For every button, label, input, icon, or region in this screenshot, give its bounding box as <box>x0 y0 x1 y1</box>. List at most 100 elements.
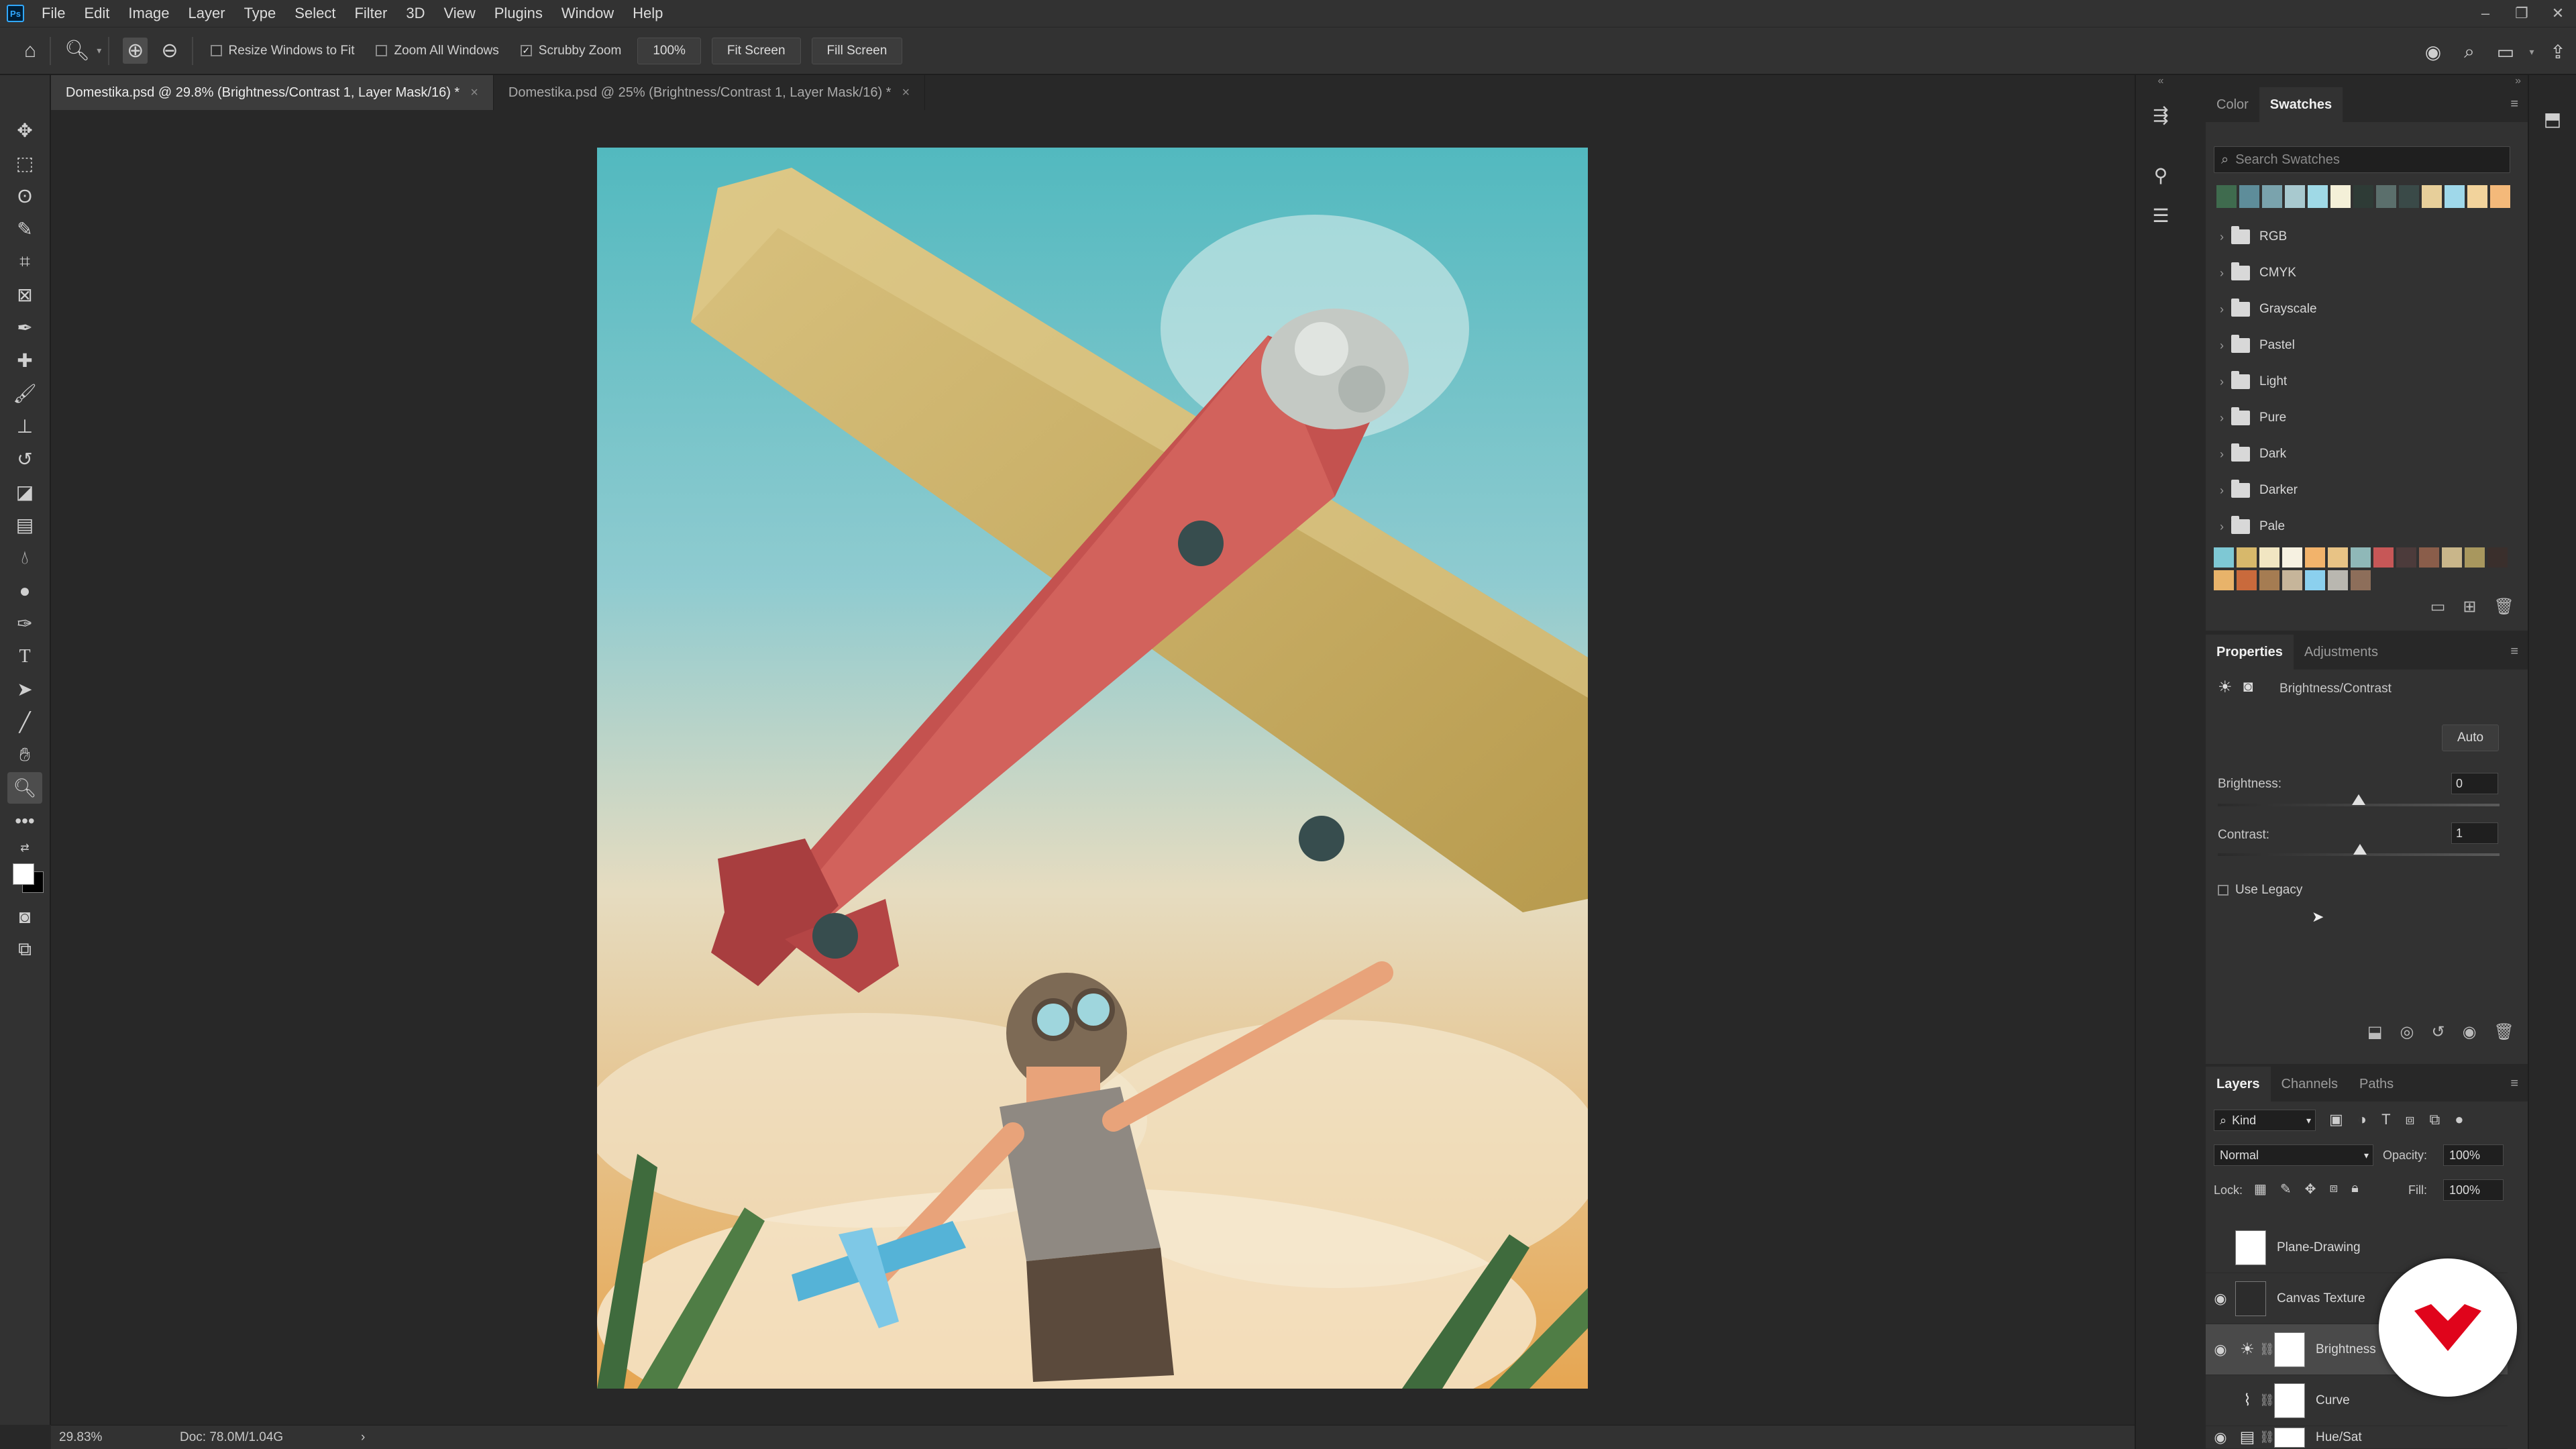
fit-screen-button[interactable]: Fit Screen <box>711 37 801 64</box>
quick-mask-icon[interactable]: ◙ <box>7 901 42 932</box>
restore-icon[interactable]: ❐ <box>2504 0 2540 27</box>
chevron-right-icon[interactable]: › <box>2212 484 2231 498</box>
chevron-right-icon[interactable]: › <box>2212 375 2231 389</box>
tab-adjustments[interactable]: Adjustments <box>2294 635 2389 669</box>
blend-mode-select[interactable]: Normal ▾ <box>2214 1144 2373 1166</box>
history-panel-icon[interactable]: ⇶ <box>2143 98 2178 131</box>
opacity-input[interactable]: 100% <box>2443 1144 2504 1166</box>
menu-image[interactable]: Image <box>119 5 178 22</box>
checkbox-box[interactable] <box>2218 885 2229 896</box>
crop-tool-icon[interactable]: ⌗ <box>7 246 42 278</box>
lasso-tool-icon[interactable]: ʘ <box>7 180 42 212</box>
brush-settings-icon[interactable]: ⚲ <box>2143 158 2178 192</box>
swatch-group-cmyk[interactable]: › CMYK <box>2212 255 2508 291</box>
use-legacy-checkbox[interactable]: Use Legacy <box>2218 883 2302 898</box>
menu-type[interactable]: Type <box>235 5 286 22</box>
delete-icon[interactable]: 🗑︎ <box>2494 597 2514 616</box>
color-swatch[interactable] <box>2214 570 2234 590</box>
zoom-tool-icon[interactable]: 🔍︎ <box>7 772 42 804</box>
zoom-tool-preset-icon[interactable]: 🔍︎ <box>64 39 90 62</box>
new-group-icon[interactable]: ▭ <box>2430 597 2446 616</box>
layer-name[interactable]: Canvas Texture <box>2277 1291 2365 1306</box>
checkbox-box[interactable] <box>210 45 222 56</box>
path-selection-tool-icon[interactable]: ➤ <box>7 674 42 705</box>
status-menu-arrow[interactable]: › <box>361 1430 365 1445</box>
color-swatch[interactable] <box>2487 547 2508 568</box>
resize-windows-checkbox[interactable]: Resize Windows to Fit <box>210 44 354 58</box>
tab-layers[interactable]: Layers <box>2206 1067 2271 1102</box>
tab-paths[interactable]: Paths <box>2349 1067 2404 1102</box>
search-swatches-input[interactable]: ⌕ Search Swatches <box>2214 146 2510 173</box>
swap-colors-icon[interactable]: ⇄ <box>7 838 42 858</box>
panel-menu-icon[interactable]: ≡ <box>2510 97 2518 112</box>
contrast-input[interactable]: 1 <box>2451 822 2498 844</box>
chevron-right-icon[interactable]: › <box>2212 411 2231 425</box>
color-swatch[interactable] <box>2373 547 2394 568</box>
layer-filter-kind[interactable]: ⌕ Kind ▾ <box>2214 1110 2316 1131</box>
chevron-right-icon[interactable]: › <box>2212 303 2231 317</box>
menu-plugins[interactable]: Plugins <box>485 5 552 22</box>
fill-screen-button[interactable]: Fill Screen <box>811 37 903 64</box>
workspace-icon[interactable]: ▭ <box>2487 41 2524 63</box>
zoom-in-icon[interactable]: ⊕ <box>123 38 148 64</box>
swatch-group-pure[interactable]: › Pure <box>2212 400 2508 436</box>
clone-stamp-tool-icon[interactable]: ⊥ <box>7 411 42 442</box>
chevron-right-icon[interactable]: › <box>2212 230 2231 244</box>
recent-color-swatch[interactable] <box>2285 185 2305 208</box>
eraser-tool-icon[interactable]: ◪ <box>7 476 42 508</box>
filter-toggle-icon[interactable]: ● <box>2455 1111 2463 1128</box>
swatch-group-pastel[interactable]: › Pastel <box>2212 327 2508 364</box>
menu-file[interactable]: File <box>32 5 74 22</box>
type-filter-icon[interactable]: T <box>2381 1111 2390 1128</box>
color-swatch[interactable] <box>2396 547 2416 568</box>
adjustments-icon[interactable]: ☰ <box>2143 199 2178 232</box>
recent-color-swatch[interactable] <box>2490 185 2510 208</box>
shape-filter-icon[interactable]: ⧈ <box>2406 1111 2415 1128</box>
layer-mask-thumbnail[interactable] <box>2274 1427 2305 1448</box>
eye-icon[interactable]: ◉ <box>2206 1429 2235 1446</box>
recent-color-swatch[interactable] <box>2467 185 2487 208</box>
marquee-tool-icon[interactable]: ⬚ <box>7 148 42 179</box>
pen-tool-icon[interactable]: ✑ <box>7 608 42 639</box>
color-swatch[interactable] <box>2305 570 2325 590</box>
chevron-right-icon[interactable]: › <box>2212 266 2231 280</box>
layer-name[interactable]: Hue/Sat <box>2316 1430 2362 1445</box>
lock-position-icon[interactable]: ✥ <box>2305 1181 2316 1197</box>
lock-transparent-icon[interactable]: ▦ <box>2254 1181 2267 1197</box>
menu-filter[interactable]: Filter <box>345 5 396 22</box>
more-tools-icon[interactable]: ••• <box>7 805 42 837</box>
chevron-right-icon[interactable]: › <box>2212 520 2231 534</box>
quick-selection-tool-icon[interactable]: ✎ <box>7 213 42 245</box>
checkmark-icon[interactable]: ✓ <box>520 45 532 56</box>
link-icon[interactable]: ⛓︎ <box>2259 1393 2275 1407</box>
tab-channels[interactable]: Channels <box>2271 1067 2349 1102</box>
scrubby-zoom-checkbox[interactable]: ✓ Scrubby Zoom <box>520 44 621 58</box>
delete-icon[interactable]: 🗑︎ <box>2494 1022 2514 1042</box>
menu-layer[interactable]: Layer <box>179 5 235 22</box>
recent-color-swatch[interactable] <box>2330 185 2351 208</box>
panel-menu-icon[interactable]: ≡ <box>2510 1076 2518 1091</box>
menu-view[interactable]: View <box>434 5 484 22</box>
libraries-icon[interactable]: ⬒ <box>2535 102 2570 136</box>
layer-name[interactable]: Plane-Drawing <box>2277 1240 2361 1255</box>
lock-artboard-icon[interactable]: ⧈ <box>2329 1181 2338 1197</box>
recent-color-swatch[interactable] <box>2445 185 2465 208</box>
minimize-icon[interactable]: – <box>2467 0 2504 27</box>
swatch-group-pale[interactable]: › Pale <box>2212 508 2508 545</box>
tab-swatches[interactable]: Swatches <box>2259 87 2343 122</box>
color-swatch[interactable] <box>2442 547 2462 568</box>
eyedropper-tool-icon[interactable]: ✒ <box>7 312 42 343</box>
type-tool-icon[interactable]: T <box>7 641 42 672</box>
menu-3d[interactable]: 3D <box>396 5 434 22</box>
search-icon[interactable]: ⌕ <box>2451 41 2487 63</box>
photoshop-logo[interactable]: Ps <box>7 5 24 22</box>
recent-color-swatch[interactable] <box>2376 185 2396 208</box>
recent-color-swatch[interactable] <box>2216 185 2237 208</box>
menu-edit[interactable]: Edit <box>74 5 119 22</box>
tab-properties[interactable]: Properties <box>2206 635 2294 669</box>
brightness-slider-thumb[interactable] <box>2352 794 2365 805</box>
line-tool-icon[interactable]: ╱ <box>7 706 42 738</box>
pixel-filter-icon[interactable]: ▣ <box>2329 1111 2343 1128</box>
swatch-group-grayscale[interactable]: › Grayscale <box>2212 291 2508 327</box>
blur-tool-icon[interactable]: 💧︎ <box>7 542 42 574</box>
